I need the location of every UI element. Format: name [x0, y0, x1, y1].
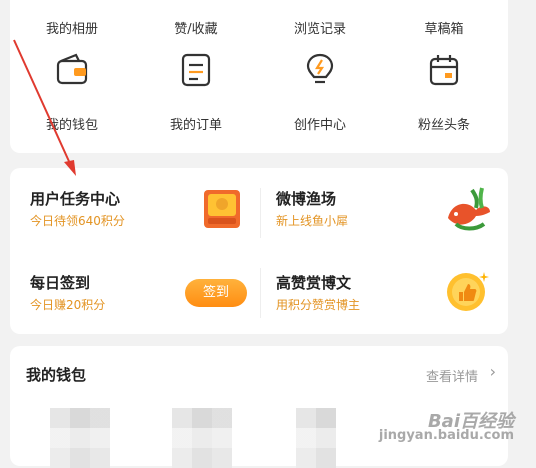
watermark-line2: jingyan.baidu.com — [378, 428, 514, 443]
user-task-subtitle: 今日待领640积分 — [30, 214, 125, 228]
menu-item-wallet[interactable]: 我的钱包 — [10, 52, 134, 142]
view-details-link[interactable]: 查看详情 — [426, 366, 478, 385]
menu-label-creator-center: 创作中心 — [293, 118, 346, 133]
menu-item-orders[interactable]: 我的订单 — [134, 52, 258, 142]
tasks-card: 用户任务中心 今日待领640积分 微博渔场 新上线鱼小犀 每日签到 今日赚20积… — [10, 168, 508, 334]
blurred-wallet-item — [50, 408, 110, 468]
gift-box-icon — [204, 190, 240, 228]
column-divider — [260, 188, 261, 238]
weibo-fishing-subtitle: 新上线鱼小犀 — [276, 214, 349, 228]
checkin-subtitle: 今日赚20积分 — [30, 298, 106, 312]
drafts-link[interactable]: 草稿箱 — [382, 20, 506, 40]
wallet-icon — [56, 53, 88, 85]
my-albums-link[interactable]: 我的相册 — [10, 20, 134, 40]
watermark-line1: Bai百经验 — [427, 411, 514, 432]
menu-item-fan-headlines[interactable]: 粉丝头条 — [382, 52, 506, 142]
wallet-section-title: 我的钱包 — [26, 366, 87, 384]
likes-favorites-link[interactable]: 赞/收藏 — [134, 20, 258, 40]
reward-post-subtitle: 用积分赞赏博主 — [276, 298, 361, 312]
checkin-button[interactable]: 签到 — [185, 279, 247, 307]
blurred-wallet-item — [172, 408, 232, 468]
menu-item-creator-center[interactable]: 创作中心 — [258, 52, 382, 142]
wallet-card: 我的钱包 查看详情 › — [10, 346, 508, 468]
calendar-icon — [429, 55, 459, 86]
user-task-title: 用户任务中心 — [30, 190, 121, 208]
weibo-fishing-title: 微博渔场 — [276, 190, 337, 208]
quick-menu-card: 我的相册 赞/收藏 浏览记录 草稿箱 我的钱包 我的订单 创作中心 粉丝头条 — [10, 0, 508, 153]
menu-label-orders: 我的订单 — [169, 118, 222, 133]
top-links-row: 我的相册 赞/收藏 浏览记录 草稿箱 — [10, 8, 508, 37]
browse-history-link[interactable]: 浏览记录 — [258, 20, 382, 40]
blurred-wallet-item — [296, 408, 336, 468]
reward-post[interactable]: 高赞赏博文 用积分赞赏博主 — [276, 272, 446, 316]
reward-post-title: 高赞赏博文 — [276, 274, 352, 292]
weibo-fishing[interactable]: 微博渔场 新上线鱼小犀 — [276, 188, 446, 232]
chevron-right-icon[interactable]: › — [490, 362, 496, 381]
lightbulb-icon — [306, 53, 334, 84]
order-list-icon — [181, 53, 211, 87]
column-divider — [260, 268, 261, 318]
daily-checkin[interactable]: 每日签到 今日赚20积分 — [30, 272, 180, 316]
menu-label-fan-headlines: 粉丝头条 — [417, 118, 470, 133]
watermark: Bai百经验 jingyan.baidu.com — [378, 411, 514, 443]
checkin-title: 每日签到 — [30, 274, 91, 292]
thumbs-up-coin-icon — [447, 272, 489, 311]
menu-label-wallet: 我的钱包 — [45, 118, 98, 133]
fish-icon — [448, 187, 490, 231]
